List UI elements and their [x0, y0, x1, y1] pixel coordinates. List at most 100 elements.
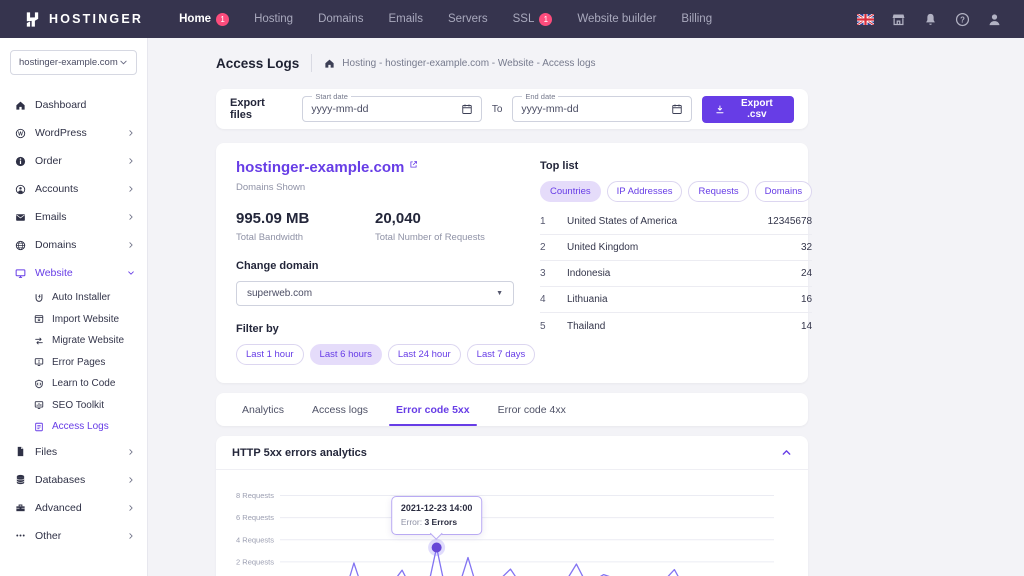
top-list-row: 5 Thailand 14 — [540, 313, 812, 339]
calendar-icon[interactable] — [671, 103, 683, 115]
tab[interactable]: Error code 4xx — [484, 393, 580, 426]
main-content: Access Logs Hosting - hostinger-example.… — [148, 38, 1024, 576]
sidebar-subitem[interactable]: Error Pages — [0, 352, 147, 374]
nav-item[interactable]: Hosting — [254, 13, 293, 26]
tab[interactable]: Access logs — [298, 393, 382, 426]
nav-item[interactable]: SSL 1 — [513, 13, 553, 26]
row-name: United States of America — [567, 216, 768, 227]
tooltip-value-line: Error: 3 Errors — [401, 517, 473, 527]
sidebar-item-icon — [15, 240, 26, 251]
export-csv-button-label: Export .csv — [733, 98, 781, 120]
sidebar-subitem-label: Access Logs — [52, 421, 109, 432]
filter-chips: Last 1 hourLast 6 hoursLast 24 hourLast … — [236, 344, 514, 365]
top-list-row: 2 United Kingdom 32 — [540, 235, 812, 261]
nav-item[interactable]: Servers — [448, 13, 488, 26]
filter-chip[interactable]: Last 24 hour — [388, 344, 461, 365]
sidebar-item-icon — [15, 156, 26, 167]
sidebar-item-label: WordPress — [35, 127, 87, 139]
sidebar-item[interactable]: Accounts — [0, 175, 147, 203]
notifications-bell-icon[interactable] — [923, 12, 938, 27]
analytics-tabs: Analytics Access logs Error code 5xx Err… — [216, 393, 808, 426]
sidebar-subitem-icon — [34, 422, 44, 432]
uk-flag-icon[interactable] — [857, 14, 874, 25]
tab-label: Error code 5xx — [396, 404, 470, 416]
chevron-icon — [127, 532, 135, 540]
sidebar-subitem-icon — [34, 400, 44, 410]
sidebar-item-label: Databases — [35, 474, 85, 486]
start-date-input[interactable] — [311, 103, 460, 115]
nav-item[interactable]: Billing — [681, 13, 712, 26]
account-person-icon[interactable] — [987, 12, 1002, 27]
sidebar-item[interactable]: Other — [0, 522, 147, 550]
row-rank: 3 — [540, 268, 567, 279]
end-date-field: End date — [512, 96, 691, 122]
domain-stats: 995.09 MB Total Bandwidth 20,040 Total N… — [236, 210, 514, 243]
change-domain-select[interactable]: superweb.com ▼ — [236, 281, 514, 306]
home-icon — [324, 58, 335, 69]
calendar-icon[interactable] — [461, 103, 473, 115]
sidebar-item-icon — [15, 100, 26, 111]
sidebar-subitem[interactable]: Import Website — [0, 309, 147, 331]
sidebar-item[interactable]: Emails — [0, 203, 147, 231]
sidebar-subitem[interactable]: SEO Toolkit — [0, 395, 147, 417]
filter-chip[interactable]: Last 7 days — [467, 344, 536, 365]
top-list-tab[interactable]: Requests — [688, 181, 748, 202]
nav-item[interactable]: Home 1 — [179, 13, 229, 26]
row-name: Thailand — [567, 321, 801, 332]
sidebar-subitem[interactable]: Migrate Website — [0, 330, 147, 352]
top-list-title: Top list — [540, 160, 812, 172]
start-date-field: Start date — [302, 96, 481, 122]
hostinger-brand[interactable]: HOSTINGER — [24, 11, 143, 28]
sidebar-item-icon — [15, 502, 26, 513]
filter-chip[interactable]: Last 6 hours — [310, 344, 382, 365]
sidebar-subitem[interactable]: Auto Installer — [0, 287, 147, 309]
top-list-row: 4 Lithuania 16 — [540, 287, 812, 313]
chart-body: 0 Requests2 Requests4 Requests6 Requests… — [216, 470, 808, 576]
sidebar-domain-select[interactable]: hostinger-example.com — [10, 50, 137, 75]
chevron-icon — [127, 213, 135, 221]
sidebar-main-menu: Dashboard WordPress Order Accounts Email… — [0, 91, 147, 287]
tab[interactable]: Error code 5xx — [382, 393, 484, 426]
top-list-row: 1 United States of America 12345678 — [540, 209, 812, 235]
sidebar-subitem[interactable]: Learn to Code — [0, 373, 147, 395]
sidebar-item[interactable]: Website — [0, 259, 147, 287]
end-date-input[interactable] — [521, 103, 670, 115]
top-list-tab[interactable]: Domains — [755, 181, 813, 202]
tab[interactable]: Analytics — [228, 393, 298, 426]
row-value: 16 — [801, 294, 812, 305]
breadcrumb: Hosting - hostinger-example.com - Websit… — [324, 58, 595, 69]
export-csv-button[interactable]: Export .csv — [702, 96, 794, 123]
nav-item[interactable]: Domains — [318, 13, 363, 26]
sidebar-item[interactable]: Dashboard — [0, 91, 147, 119]
row-rank: 2 — [540, 242, 567, 253]
export-label: Export files — [230, 97, 284, 121]
sidebar-item-label: Website — [35, 267, 73, 279]
filter-chip[interactable]: Last 1 hour — [236, 344, 304, 365]
chart-tooltip: 2021-12-23 14:00 Error: 3 Errors — [391, 496, 483, 535]
sidebar-item-icon — [15, 128, 26, 139]
nav-item[interactable]: Emails — [388, 13, 423, 26]
chevron-down-icon — [119, 58, 128, 67]
row-name: Lithuania — [567, 294, 801, 305]
row-value: 14 — [801, 321, 812, 332]
sidebar-item[interactable]: Databases — [0, 466, 147, 494]
sidebar-item[interactable]: Domains — [0, 231, 147, 259]
top-list-tab[interactable]: Countries — [540, 181, 601, 202]
store-icon[interactable] — [891, 12, 906, 27]
stat: 20,040 Total Number of Requests — [375, 210, 514, 243]
sidebar-subitem[interactable]: Access Logs — [0, 416, 147, 438]
domain-link[interactable]: hostinger-example.com — [236, 159, 514, 176]
errors-line-chart[interactable]: 0 Requests2 Requests4 Requests6 Requests… — [230, 480, 790, 576]
sidebar-item[interactable]: Files — [0, 438, 147, 466]
chevron-icon — [127, 185, 135, 193]
collapse-chevron-up-icon[interactable] — [781, 447, 792, 458]
nav-item[interactable]: Website builder — [577, 13, 656, 26]
sidebar-item-label: Dashboard — [35, 99, 86, 111]
help-icon[interactable] — [955, 12, 970, 27]
stat-value: 995.09 MB — [236, 210, 375, 227]
sidebar: hostinger-example.com Dashboard WordPres… — [0, 38, 148, 576]
sidebar-item[interactable]: Advanced — [0, 494, 147, 522]
sidebar-item[interactable]: Order — [0, 147, 147, 175]
top-list-tab[interactable]: IP Addresses — [607, 181, 683, 202]
sidebar-item[interactable]: WordPress — [0, 119, 147, 147]
